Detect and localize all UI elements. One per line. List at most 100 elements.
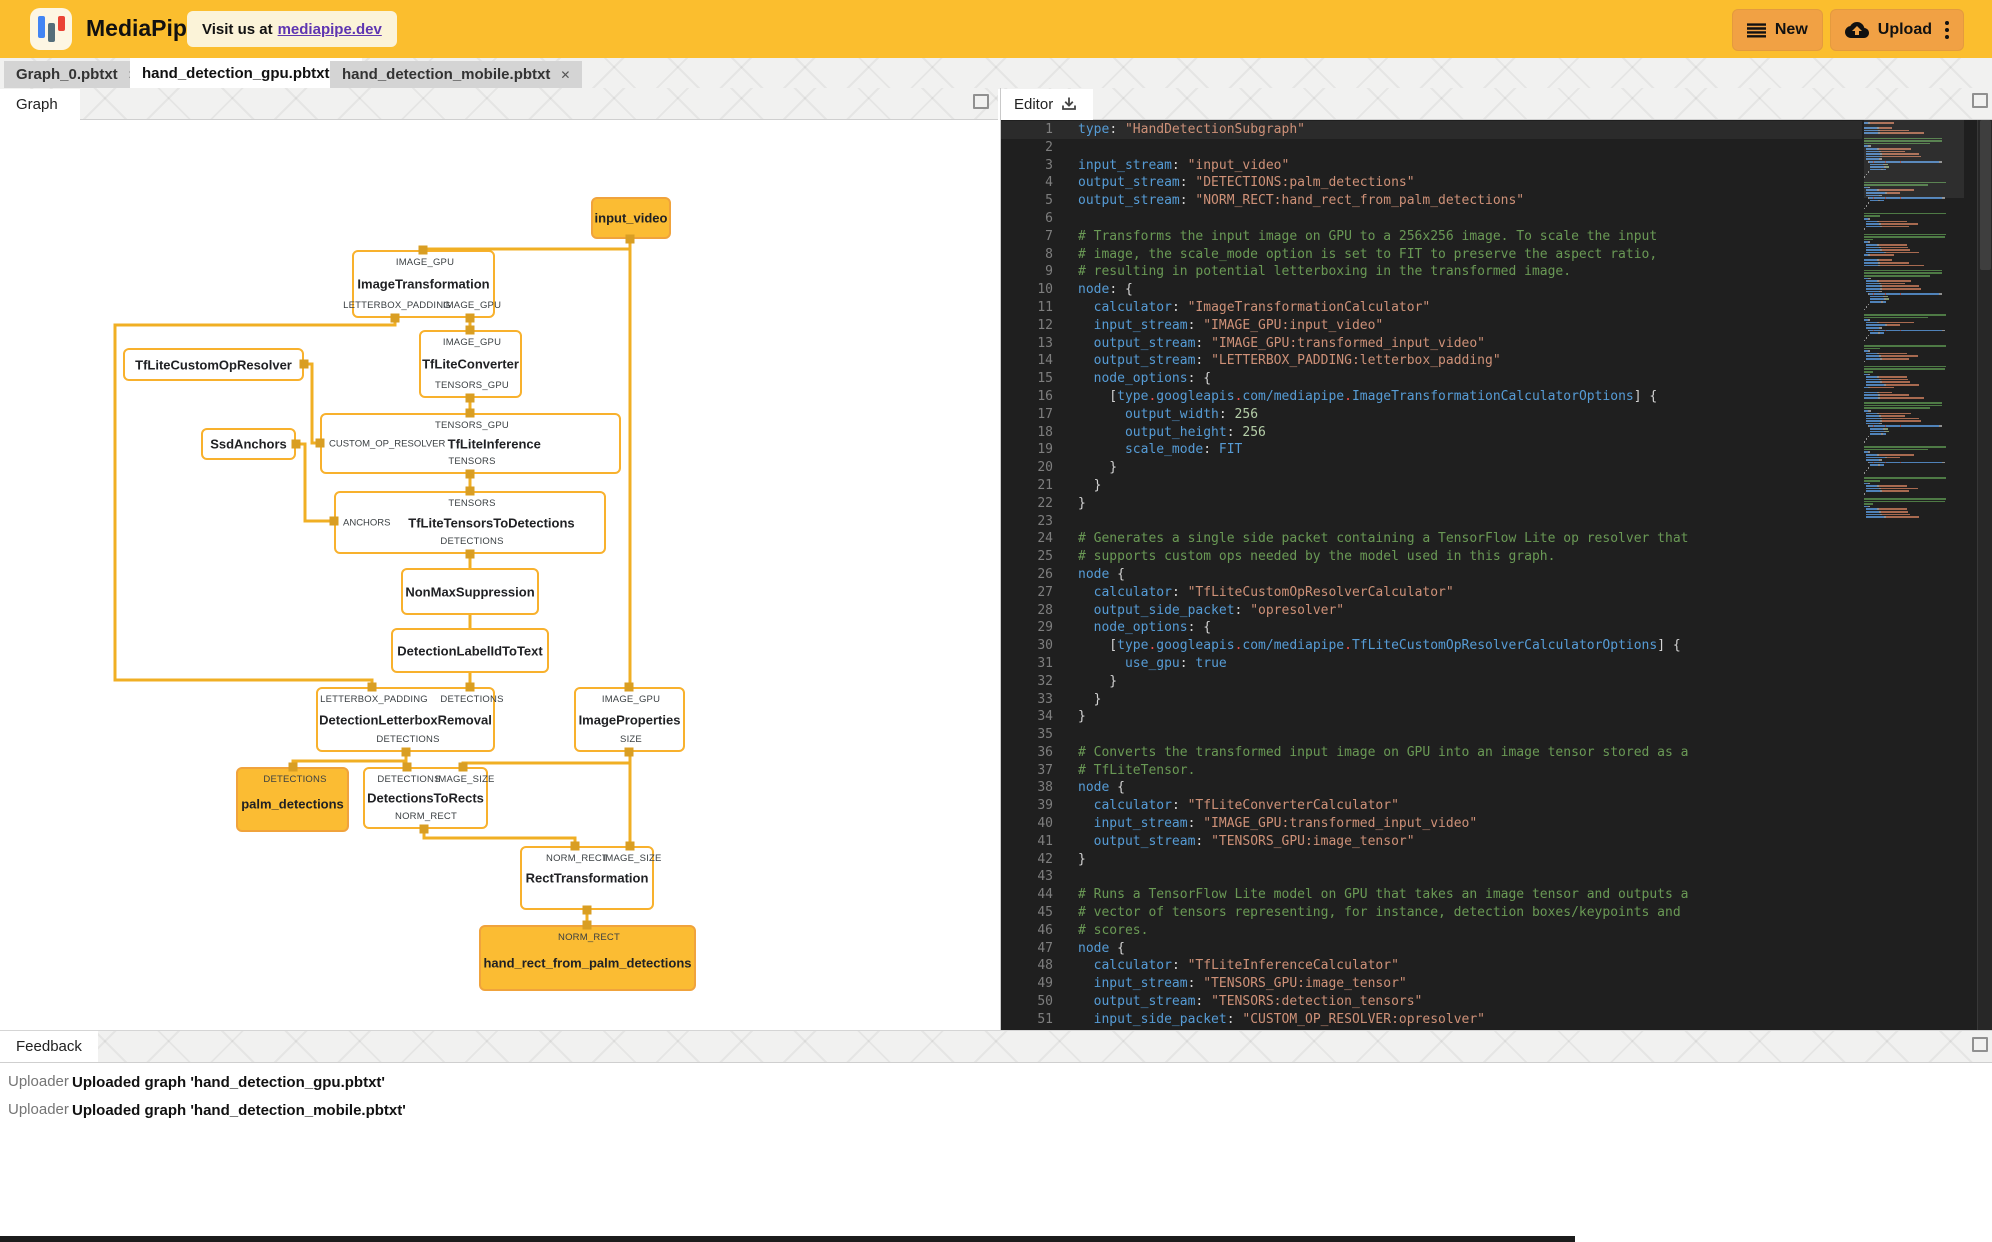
port-label: IMAGE_SIZE bbox=[435, 774, 495, 785]
mediapipe-dev-link[interactable]: mediapipe.dev bbox=[278, 21, 382, 38]
line-number: 38 bbox=[1037, 780, 1053, 796]
graph-node-RectTransformation[interactable]: NORM_RECT IMAGE_SIZE RectTransformation bbox=[520, 846, 661, 910]
graph-node-TfLiteInference[interactable]: TENSORS_GPU TENSORS CUSTOM_OP_RESOLVER TfLi… bbox=[320, 413, 621, 474]
code-line: 28 output_side_packet: "opresolver" bbox=[1001, 602, 1862, 620]
code-line: 42} bbox=[1001, 851, 1862, 869]
code-line: 15 node_options: { bbox=[1001, 370, 1862, 388]
graph-node-palm_detections[interactable]: DETECTIONS palm_detections bbox=[236, 767, 349, 832]
code-line: 26 node { bbox=[1001, 566, 1862, 584]
minimap[interactable] bbox=[1864, 122, 1964, 1002]
tab-hand-detection-gpu-pbtxt[interactable]: hand_detection_gpu.pbtxt ✕ bbox=[130, 58, 362, 88]
graph-node-DetectionLabelIdToText[interactable]: DetectionLabelIdToText bbox=[391, 628, 549, 673]
line-number: 16 bbox=[1037, 388, 1053, 404]
port-label: NORM_RECT bbox=[558, 932, 620, 943]
graph-node-ImageTransformation[interactable]: IMAGE_GPU LETTERBOX_PADDING IMAGE_GPU Image… bbox=[343, 250, 501, 318]
feedback-message: Uploaded graph 'hand_detection_mobile.pb… bbox=[72, 1102, 406, 1119]
expand-graph-icon[interactable] bbox=[973, 94, 989, 109]
line-number: 22 bbox=[1037, 495, 1053, 511]
editor-tab-label: Editor bbox=[1014, 96, 1054, 113]
code-line: 23 bbox=[1001, 513, 1862, 531]
code-line: 34} bbox=[1001, 708, 1862, 726]
code-line: 45 # vector of tensors representing, for … bbox=[1001, 904, 1862, 922]
graph-node-TfLiteCustomOpResolver[interactable]: TfLiteCustomOpResolver bbox=[123, 348, 304, 381]
node-label: palm_detections bbox=[241, 796, 344, 812]
graph-node-NonMaxSuppression[interactable]: NonMaxSuppression bbox=[401, 568, 539, 615]
new-button[interactable]: New bbox=[1731, 9, 1823, 51]
port-label: TENSORS_GPU bbox=[435, 380, 509, 391]
code-lines[interactable]: 1 type: "HandDetectionSubgraph" 2 3 input_st… bbox=[1001, 121, 1862, 1029]
feedback-row: Uploader Uploaded graph 'hand_detection_… bbox=[0, 1097, 1992, 1123]
tab-hand-detection-mobile-pbtxt[interactable]: hand_detection_mobile.pbtxt ✕ bbox=[330, 61, 583, 88]
code-line: 33 } bbox=[1001, 691, 1862, 709]
tab-feedback-panel[interactable]: Feedback bbox=[0, 1031, 98, 1062]
visit-prefix: Visit us at bbox=[202, 20, 273, 38]
line-number: 40 bbox=[1037, 816, 1053, 832]
scrollbar-thumb[interactable] bbox=[1980, 120, 1991, 270]
expand-feedback-icon[interactable] bbox=[1972, 1037, 1988, 1052]
graph-node-DetectionsToRects[interactable]: DETECTIONS IMAGE_SIZE NORM_RECT DetectionsT… bbox=[363, 767, 494, 829]
feedback-message: Uploaded graph 'hand_detection_gpu.pbtxt… bbox=[72, 1074, 385, 1091]
graph-node-DetectionLetterboxRemoval[interactable]: LETTERBOX_PADDING DETECTIONS DETECTIONS Det… bbox=[316, 687, 503, 752]
code-line: 37 # TfLiteTensor. bbox=[1001, 762, 1862, 780]
tab-label: hand_detection_gpu.pbtxt bbox=[142, 64, 330, 82]
tab-editor-panel[interactable]: Editor bbox=[998, 89, 1094, 120]
graph-node-SsdAnchors[interactable]: SsdAnchors bbox=[201, 428, 296, 460]
port-label: IMAGE_SIZE bbox=[602, 853, 662, 864]
line-number: 27 bbox=[1037, 584, 1053, 600]
port-label: IMAGE_GPU bbox=[601, 694, 661, 705]
line-number: 9 bbox=[1045, 264, 1053, 280]
tab-graph-panel[interactable]: Graph bbox=[0, 89, 80, 120]
download-icon[interactable] bbox=[1061, 97, 1077, 112]
graph-node-TfLiteConverter[interactable]: IMAGE_GPU TENSORS_GPU TfLiteConverter bbox=[419, 330, 522, 398]
upload-menu-kebab-icon[interactable] bbox=[1945, 21, 1949, 39]
line-number: 4 bbox=[1045, 175, 1053, 191]
code-line: 17 output_width: 256 bbox=[1001, 406, 1862, 424]
line-number: 33 bbox=[1037, 691, 1053, 707]
node-label: ImageProperties bbox=[578, 712, 681, 727]
code-line: 4 output_stream: "DETECTIONS:palm_detecti… bbox=[1001, 174, 1862, 192]
code-line: 8 # image, the scale_mode option is set t… bbox=[1001, 246, 1862, 264]
code-editor[interactable]: 1 type: "HandDetectionSubgraph" 2 3 input_st… bbox=[1001, 120, 1992, 1030]
line-number: 8 bbox=[1045, 246, 1053, 262]
line-number: 28 bbox=[1037, 602, 1053, 618]
port-label: DETECTIONS bbox=[440, 536, 504, 547]
graph-node-input_video[interactable]: input_video bbox=[591, 197, 671, 239]
line-number: 35 bbox=[1037, 727, 1053, 743]
upload-button-label: Upload bbox=[1877, 21, 1932, 38]
line-number: 42 bbox=[1037, 851, 1053, 867]
line-number: 46 bbox=[1037, 922, 1053, 938]
graph-canvas[interactable]: input_video IMAGE_GPU LETTERBOX_PADDING IMA… bbox=[0, 120, 1000, 1030]
editor-scrollbar[interactable] bbox=[1977, 120, 1992, 1030]
line-number: 12 bbox=[1037, 317, 1053, 333]
code-line: 44 # Runs a TensorFlow Lite model on GPU … bbox=[1001, 886, 1862, 904]
node-label: NonMaxSuppression bbox=[405, 584, 535, 599]
line-number: 20 bbox=[1037, 460, 1053, 476]
code-line: 1 type: "HandDetectionSubgraph" bbox=[1001, 121, 1862, 139]
code-line: 14 output_stream: "LETTERBOX_PADDING:let… bbox=[1001, 352, 1862, 370]
node-label: input_video bbox=[594, 210, 668, 226]
line-number: 21 bbox=[1037, 477, 1053, 493]
port-label: NORM_RECT bbox=[546, 853, 608, 864]
code-line: 9 # resulting in potential letterboxing i… bbox=[1001, 263, 1862, 281]
code-line: 12 input_stream: "IMAGE_GPU:input_video" bbox=[1001, 317, 1862, 335]
line-number: 2 bbox=[1045, 139, 1053, 155]
node-label: TfLiteConverter bbox=[422, 356, 519, 372]
graph-node-ImageProperties[interactable]: IMAGE_GPU SIZE ImageProperties bbox=[574, 687, 685, 752]
file-tab-strip: Graph_0.pbtxt ✕ hand_detection_gpu.pbtxt… bbox=[0, 58, 1992, 88]
port-label: SIZE bbox=[620, 734, 642, 745]
graph-node-TfLiteTensorsToDetections[interactable]: TENSORS DETECTIONS ANCHORS TfLiteTensorsToD… bbox=[334, 491, 606, 554]
line-number: 47 bbox=[1037, 940, 1053, 956]
graph-node-hand_rect_from_palm_detections[interactable]: NORM_RECT hand_rect_from_palm_detections bbox=[479, 925, 696, 991]
close-icon[interactable]: ✕ bbox=[560, 68, 570, 82]
code-line: 41 output_stream: "TENSORS_GPU:image_ten… bbox=[1001, 833, 1862, 851]
line-number: 34 bbox=[1037, 709, 1053, 725]
upload-button[interactable]: Upload bbox=[1829, 9, 1964, 51]
tab-graph-0-pbtxt[interactable]: Graph_0.pbtxt ✕ bbox=[4, 61, 150, 88]
port-label: DETECTIONS bbox=[440, 694, 504, 705]
line-number: 39 bbox=[1037, 798, 1053, 814]
node-label: DetectionLetterboxRemoval bbox=[319, 712, 492, 727]
node-label: RectTransformation bbox=[525, 870, 649, 886]
line-number: 26 bbox=[1037, 566, 1053, 582]
code-line: 25 # supports custom ops needed by the mo… bbox=[1001, 548, 1862, 566]
expand-editor-icon[interactable] bbox=[1972, 93, 1988, 108]
